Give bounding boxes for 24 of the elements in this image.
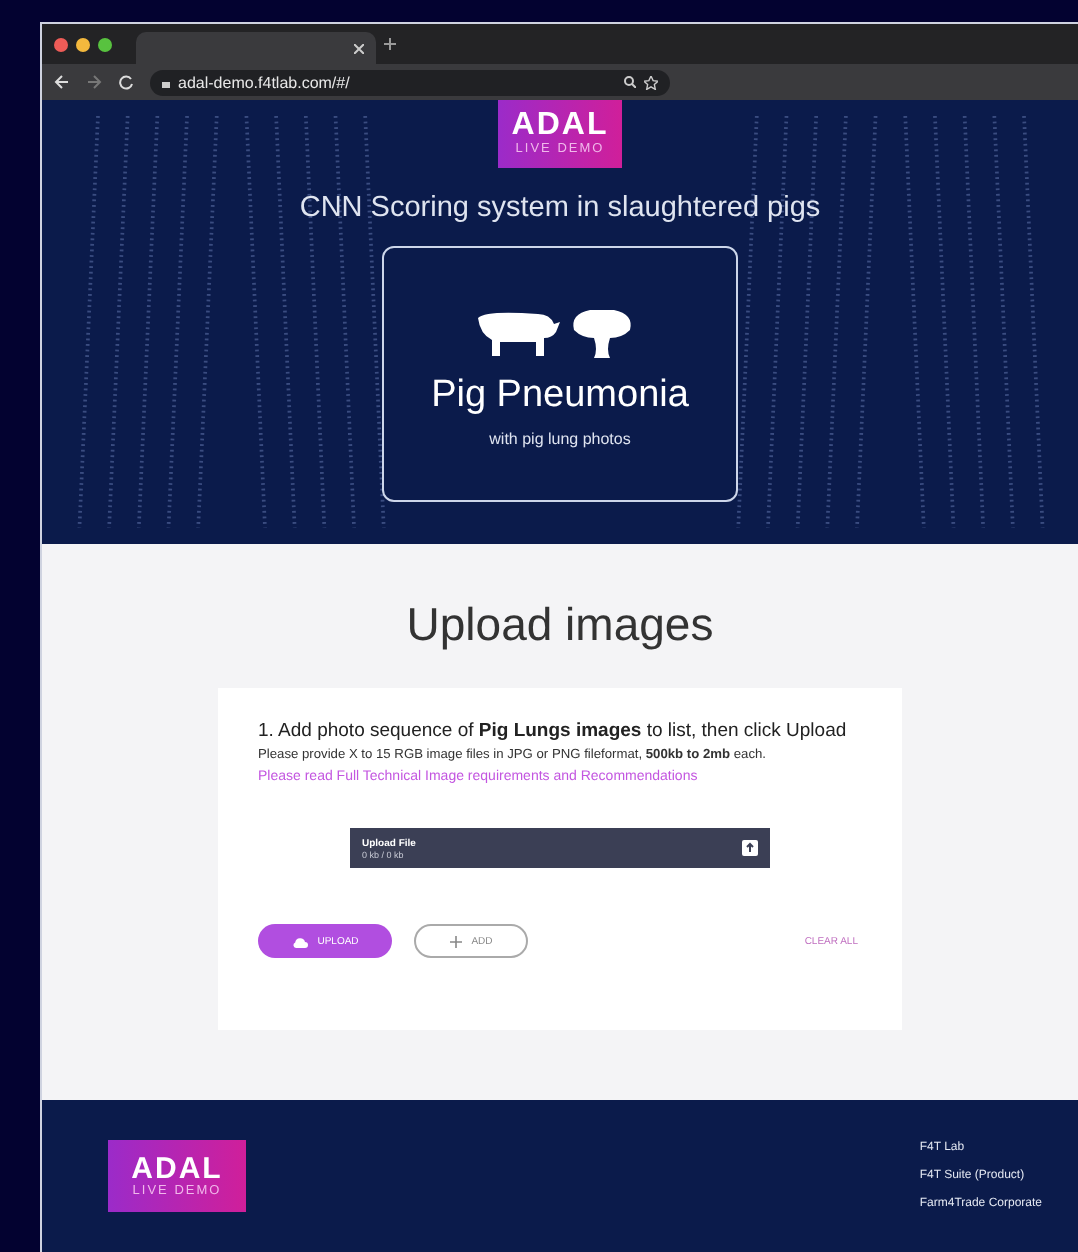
plus-icon [449,935,462,947]
forward-icon[interactable] [86,74,102,90]
star-icon[interactable] [644,75,658,89]
hero-heading: CNN Scoring system in slaughtered pigs [299,192,821,224]
logo-title: ADAL [131,1153,223,1184]
model-card[interactable]: Pig Pneumonia with pig lung photos [382,246,738,502]
url-text: adal-demo.f4tlab.com/#/ [178,73,352,91]
close-window-icon[interactable] [54,37,68,51]
card-subtitle: with pig lung photos [489,429,631,447]
logo-title: ADAL [511,110,609,143]
address-field[interactable]: adal-demo.f4tlab.com/#/ [150,69,670,95]
maximize-window-icon[interactable] [98,37,112,51]
instruction-text: 1. Add photo sequence of Pig Lungs images to list, then click Upload [258,720,849,742]
upload-icon[interactable] [742,840,758,856]
close-icon[interactable] [354,43,364,53]
new-tab-icon[interactable] [384,38,396,50]
back-icon[interactable] [54,74,70,90]
card-title: Pig Pneumonia [431,373,689,417]
minimize-window-icon[interactable] [76,37,90,51]
search-icon[interactable] [624,76,636,88]
lock-icon [162,77,170,87]
reload-icon[interactable] [118,74,134,90]
cloud-upload-icon [291,935,308,947]
page-title: Upload images [406,598,714,652]
